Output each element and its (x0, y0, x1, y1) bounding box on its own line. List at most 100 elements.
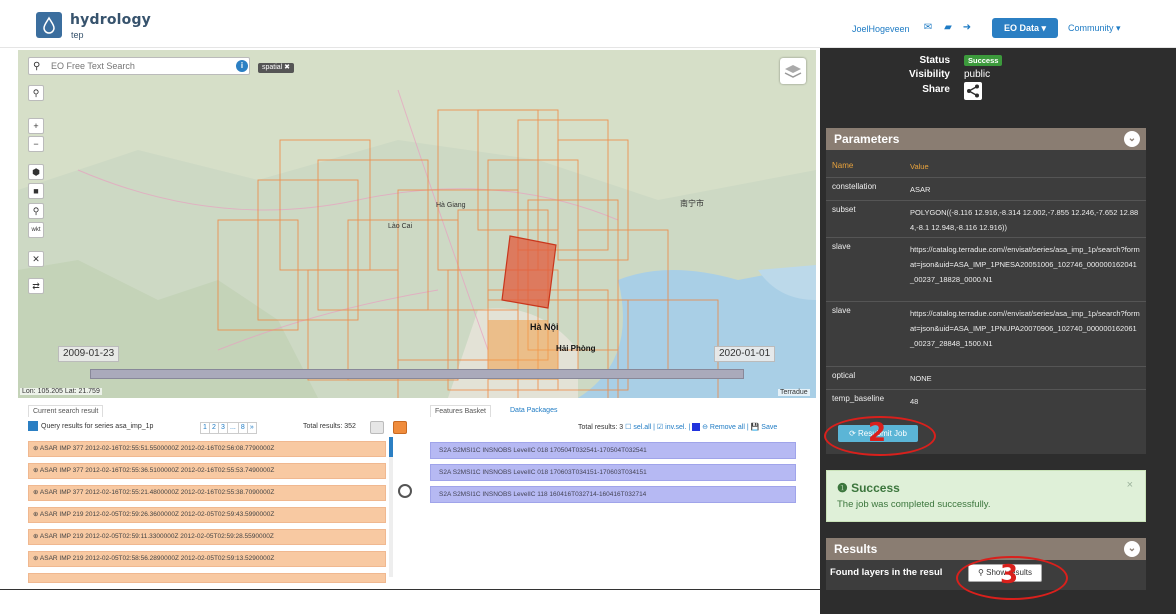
query-results-header: Query results for series asa_imp_1p (28, 421, 153, 431)
results-header[interactable]: Results ⌄ (826, 538, 1146, 560)
table-row: constellation ASAR (826, 177, 1146, 199)
pagination: 1 2 3... 8» (200, 421, 257, 434)
logout-icon[interactable]: ➜ (961, 22, 973, 34)
save-link[interactable]: | 💾 Save (747, 424, 777, 431)
basket-header: Total results: 3 ☐ sel.all | ☑ inv.sel. … (578, 423, 777, 432)
list-item[interactable] (28, 573, 386, 583)
wkt-button[interactable]: wkt (28, 222, 44, 238)
param-value: POLYGON((-8.116 12.916,-8.314 12.002,-7.… (910, 208, 1139, 232)
col-value-header: Value (910, 162, 929, 171)
basket-color-swatch[interactable] (692, 423, 701, 432)
map-label: Hải Phòng (556, 344, 596, 353)
color-toggle-button[interactable] (393, 421, 407, 434)
status-label: Status (919, 55, 950, 66)
param-name: slave (832, 242, 851, 251)
param-name: constellation (832, 182, 877, 191)
parameters-title: Parameters (834, 132, 900, 146)
col-name-header: Name (832, 161, 854, 170)
map-label: 南宁市 (680, 199, 704, 208)
param-value: https://catalog.terradue.com//envisat/se… (910, 245, 1140, 284)
visibility-value: public (964, 69, 991, 80)
basket-total: Total results: 3 (578, 424, 624, 431)
table-row: slave https://catalog.terradue.com//envi… (826, 301, 1146, 365)
annotation-number: 3 (1000, 560, 1019, 590)
basket-item[interactable]: S2A S2MSI1C INSNOBS LevelIC 018 170603T0… (430, 464, 796, 481)
transfer-icon[interactable] (398, 484, 412, 498)
scrollbar[interactable] (389, 437, 393, 577)
time-start-label[interactable]: 2009-01-23 (58, 346, 120, 362)
map-label: Hà Giang (436, 202, 466, 209)
user-link[interactable]: JoelHogeveen (852, 24, 910, 34)
share-icon[interactable] (964, 82, 982, 100)
list-item[interactable]: ⊕ ASAR IMP 219 2012-02-05T02:59:26.36000… (28, 507, 386, 523)
list-item[interactable]: ⊕ ASAR IMP 219 2012-02-05T02:58:56.28900… (28, 551, 386, 567)
eo-data-dropdown[interactable]: EO Data ▾ (992, 18, 1058, 38)
parameters-header[interactable]: Parameters ⌄ (826, 128, 1146, 150)
param-value: https://catalog.terradue.com//envisat/se… (910, 309, 1140, 348)
top-navbar: hydrology tep JoelHogeveen ✉ ▰ ➜ EO Data… (0, 0, 1176, 48)
basket-item[interactable]: S2A S2MSI1C INSNOBS LevelIC 118 160416T0… (430, 486, 796, 503)
map-label: Hà Nội (530, 322, 559, 332)
map-attribution[interactable]: Terradue (778, 389, 810, 396)
tab-current-search-result[interactable]: Current search result (28, 405, 104, 417)
layers-icon[interactable] (780, 58, 806, 84)
swap-icon[interactable]: ⇄ (28, 278, 44, 294)
list-item[interactable]: ⊕ ASAR IMP 377 2012-02-16T02:55:36.51000… (28, 463, 386, 479)
book-icon[interactable]: ▰ (942, 22, 954, 34)
close-icon[interactable]: × (1127, 479, 1133, 491)
map-label: Lào Cai (388, 223, 413, 230)
share-label: Share (922, 84, 950, 95)
remove-all-link[interactable]: ⊖ Remove all (702, 424, 745, 431)
param-table-header: Name Value (826, 157, 1146, 175)
zoom-out-button[interactable]: − (28, 136, 44, 152)
tab-features-basket[interactable]: Features Basket (430, 405, 491, 417)
table-row: subset POLYGON((-8.116 12.916,-8.314 12.… (826, 200, 1146, 236)
param-name: subset (832, 205, 856, 214)
total-results: Total results: 352 (303, 423, 356, 430)
coordinate-readout: Lon: 105.205 Lat: 21.759 (20, 388, 102, 395)
found-layers-label: Found layers in the resul (830, 567, 943, 578)
alert-body: The job was completed successfully. (837, 499, 991, 510)
community-dropdown[interactable]: Community ▾ (1068, 23, 1121, 34)
eo-search-field[interactable]: ⚲ (28, 57, 250, 75)
results-title: Results (834, 542, 878, 556)
param-name: slave (832, 306, 851, 315)
list-view-button[interactable] (370, 421, 384, 434)
alert-title: ❶ Success (837, 481, 900, 495)
success-alert: ❶ Success The job was completed successf… (826, 470, 1146, 522)
draw-rectangle-icon[interactable]: ■ (28, 183, 44, 199)
list-item[interactable]: ⊕ ASAR IMP 377 2012-02-16T02:55:51.55000… (28, 441, 386, 457)
clear-geometry-icon[interactable]: ✕ (28, 251, 44, 267)
draw-point-icon[interactable]: ⚲ (28, 203, 44, 219)
draw-polygon-icon[interactable]: ⬢ (28, 164, 44, 180)
table-row: slave https://catalog.terradue.com//envi… (826, 237, 1146, 300)
chevron-down-icon[interactable]: ⌄ (1124, 541, 1140, 557)
tab-data-packages[interactable]: Data Packages (506, 405, 561, 417)
chevron-down-icon[interactable]: ⌄ (1124, 131, 1140, 147)
basket-item[interactable]: S2A S2MSI1C INSNOBS LevelIC 018 170504T0… (430, 442, 796, 459)
param-name: temp_baseline (832, 394, 885, 403)
search-icon: ⚲ (33, 61, 41, 72)
brand-title[interactable]: hydrology (70, 12, 151, 28)
status-badge: Success (964, 55, 1003, 66)
brand-subtitle: tep (71, 30, 84, 40)
series-icon (28, 421, 38, 431)
spatial-filter-tag[interactable]: spatial ✖ (258, 63, 295, 73)
search-tool-icon[interactable]: ⚲ (28, 85, 44, 101)
table-row: optical NONE (826, 366, 1146, 388)
hydrology-logo[interactable] (36, 12, 62, 38)
annotation-number: 2 (868, 418, 887, 448)
zoom-in-button[interactable]: + (28, 118, 44, 134)
map-view[interactable]: Hà Giang Lào Cai 南宁市 Hà Nội Hải Phòng (18, 50, 816, 398)
time-end-label[interactable]: 2020-01-01 (714, 346, 776, 362)
list-item[interactable]: ⊕ ASAR IMP 377 2012-02-16T02:55:21.48000… (28, 485, 386, 501)
page-next[interactable]: » (246, 422, 257, 434)
mail-icon[interactable]: ✉ (922, 22, 934, 34)
time-slider[interactable] (90, 369, 744, 379)
list-item[interactable]: ⊕ ASAR IMP 219 2012-02-05T02:59:11.33000… (28, 529, 386, 545)
param-name: optical (832, 371, 856, 380)
scrollbar-thumb[interactable] (389, 437, 393, 457)
search-input[interactable] (49, 59, 239, 73)
basket-select-actions[interactable]: ☐ sel.all | ☑ inv.sel. | (625, 424, 690, 431)
info-icon[interactable]: i (236, 60, 248, 72)
